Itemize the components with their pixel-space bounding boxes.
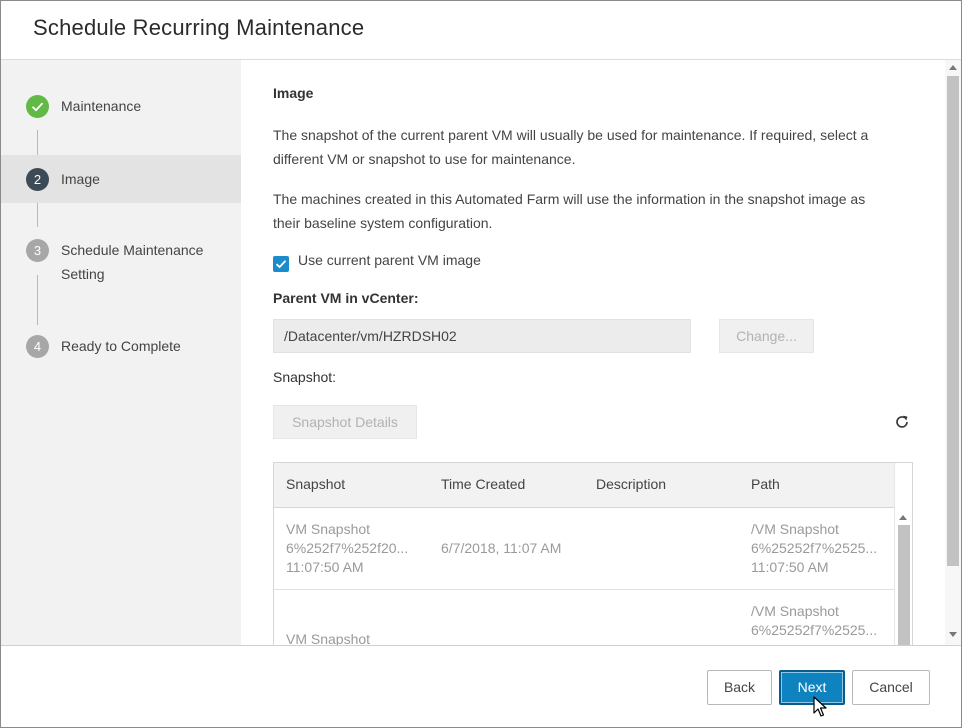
step-connector bbox=[37, 275, 38, 325]
cell-time-created: 6/7/2018, 11:07 AM bbox=[441, 540, 562, 556]
change-button[interactable]: Change... bbox=[719, 319, 814, 353]
footer-divider bbox=[1, 645, 961, 646]
scroll-down-icon[interactable] bbox=[949, 632, 957, 637]
step-label: Ready to Complete bbox=[61, 338, 181, 354]
refresh-icon[interactable] bbox=[893, 413, 911, 431]
step-number: 4 bbox=[26, 335, 49, 358]
column-header-time-created[interactable]: Time Created bbox=[441, 476, 525, 492]
step-label-line2: Setting bbox=[61, 266, 105, 282]
table-scrollbar-thumb[interactable] bbox=[898, 525, 910, 645]
table-scrollbar[interactable] bbox=[894, 463, 912, 645]
checkmark-icon bbox=[275, 260, 287, 269]
wizard-content: Image The snapshot of the current parent… bbox=[242, 60, 945, 645]
snapshot-table: Snapshot Time Created Description Path V… bbox=[273, 462, 913, 645]
cell-path: /VM Snapshot 6%25252f7%2525... bbox=[751, 603, 878, 638]
column-header-description[interactable]: Description bbox=[596, 476, 666, 492]
cell-path: /VM Snapshot 6%25252f7%2525... 11:07:50 … bbox=[751, 521, 878, 575]
use-current-image-label[interactable]: Use current parent VM image bbox=[298, 252, 481, 268]
step-number: 2 bbox=[26, 168, 49, 191]
next-button[interactable]: Next bbox=[779, 670, 845, 705]
description-line: The snapshot of the current parent VM wi… bbox=[273, 127, 869, 143]
use-current-image-checkbox[interactable] bbox=[273, 256, 289, 272]
table-header: Snapshot Time Created Description Path bbox=[274, 463, 894, 508]
parent-vm-field: /Datacenter/vm/HZRDSH02 bbox=[273, 319, 691, 353]
section-heading: Image bbox=[273, 85, 314, 101]
column-header-path[interactable]: Path bbox=[751, 476, 780, 492]
step-ready-to-complete[interactable]: 4 Ready to Complete bbox=[1, 324, 241, 368]
back-button[interactable]: Back bbox=[707, 670, 772, 705]
mouse-cursor-icon bbox=[813, 696, 827, 717]
description-line: different VM or snapshot to use for main… bbox=[273, 151, 576, 167]
snapshot-details-button[interactable]: Snapshot Details bbox=[273, 405, 417, 439]
description-line: their baseline system configuration. bbox=[273, 215, 493, 231]
step-number: 3 bbox=[26, 239, 49, 262]
step-label-line1: Schedule Maintenance bbox=[61, 242, 204, 258]
step-connector bbox=[37, 203, 38, 227]
snapshot-label: Snapshot: bbox=[273, 369, 337, 385]
cell-snapshot: VM Snapshot bbox=[286, 631, 371, 645]
content-scrollbar[interactable] bbox=[945, 60, 961, 645]
table-row[interactable]: VM Snapshot 6%252f7%252f20... 11:07:50 A… bbox=[274, 508, 894, 590]
description-line: The machines created in this Automated F… bbox=[273, 191, 866, 207]
cell-snapshot: VM Snapshot 6%252f7%252f20... 11:07:50 A… bbox=[286, 521, 409, 575]
table-row[interactable]: VM Snapshot /VM Snapshot 6%25252f7%2525.… bbox=[274, 590, 894, 645]
dialog: Schedule Recurring Maintenance Maintenan… bbox=[0, 0, 962, 728]
step-label: Maintenance bbox=[61, 98, 142, 114]
column-header-snapshot[interactable]: Snapshot bbox=[286, 476, 345, 492]
step-maintenance[interactable]: Maintenance bbox=[1, 86, 241, 126]
dialog-title: Schedule Recurring Maintenance bbox=[33, 15, 365, 40]
cancel-button[interactable]: Cancel bbox=[852, 670, 930, 705]
scroll-up-icon[interactable] bbox=[899, 515, 907, 520]
check-icon bbox=[26, 95, 49, 118]
content-scrollbar-thumb[interactable] bbox=[947, 76, 959, 566]
parent-vm-label: Parent VM in vCenter: bbox=[273, 290, 419, 306]
step-connector bbox=[37, 130, 38, 156]
step-image[interactable]: 2 Image bbox=[1, 155, 241, 203]
wizard-sidebar: Maintenance 2 Image 3 Schedule Maintenan… bbox=[1, 60, 241, 645]
step-label: Image bbox=[61, 171, 100, 187]
scroll-up-icon[interactable] bbox=[949, 65, 957, 70]
